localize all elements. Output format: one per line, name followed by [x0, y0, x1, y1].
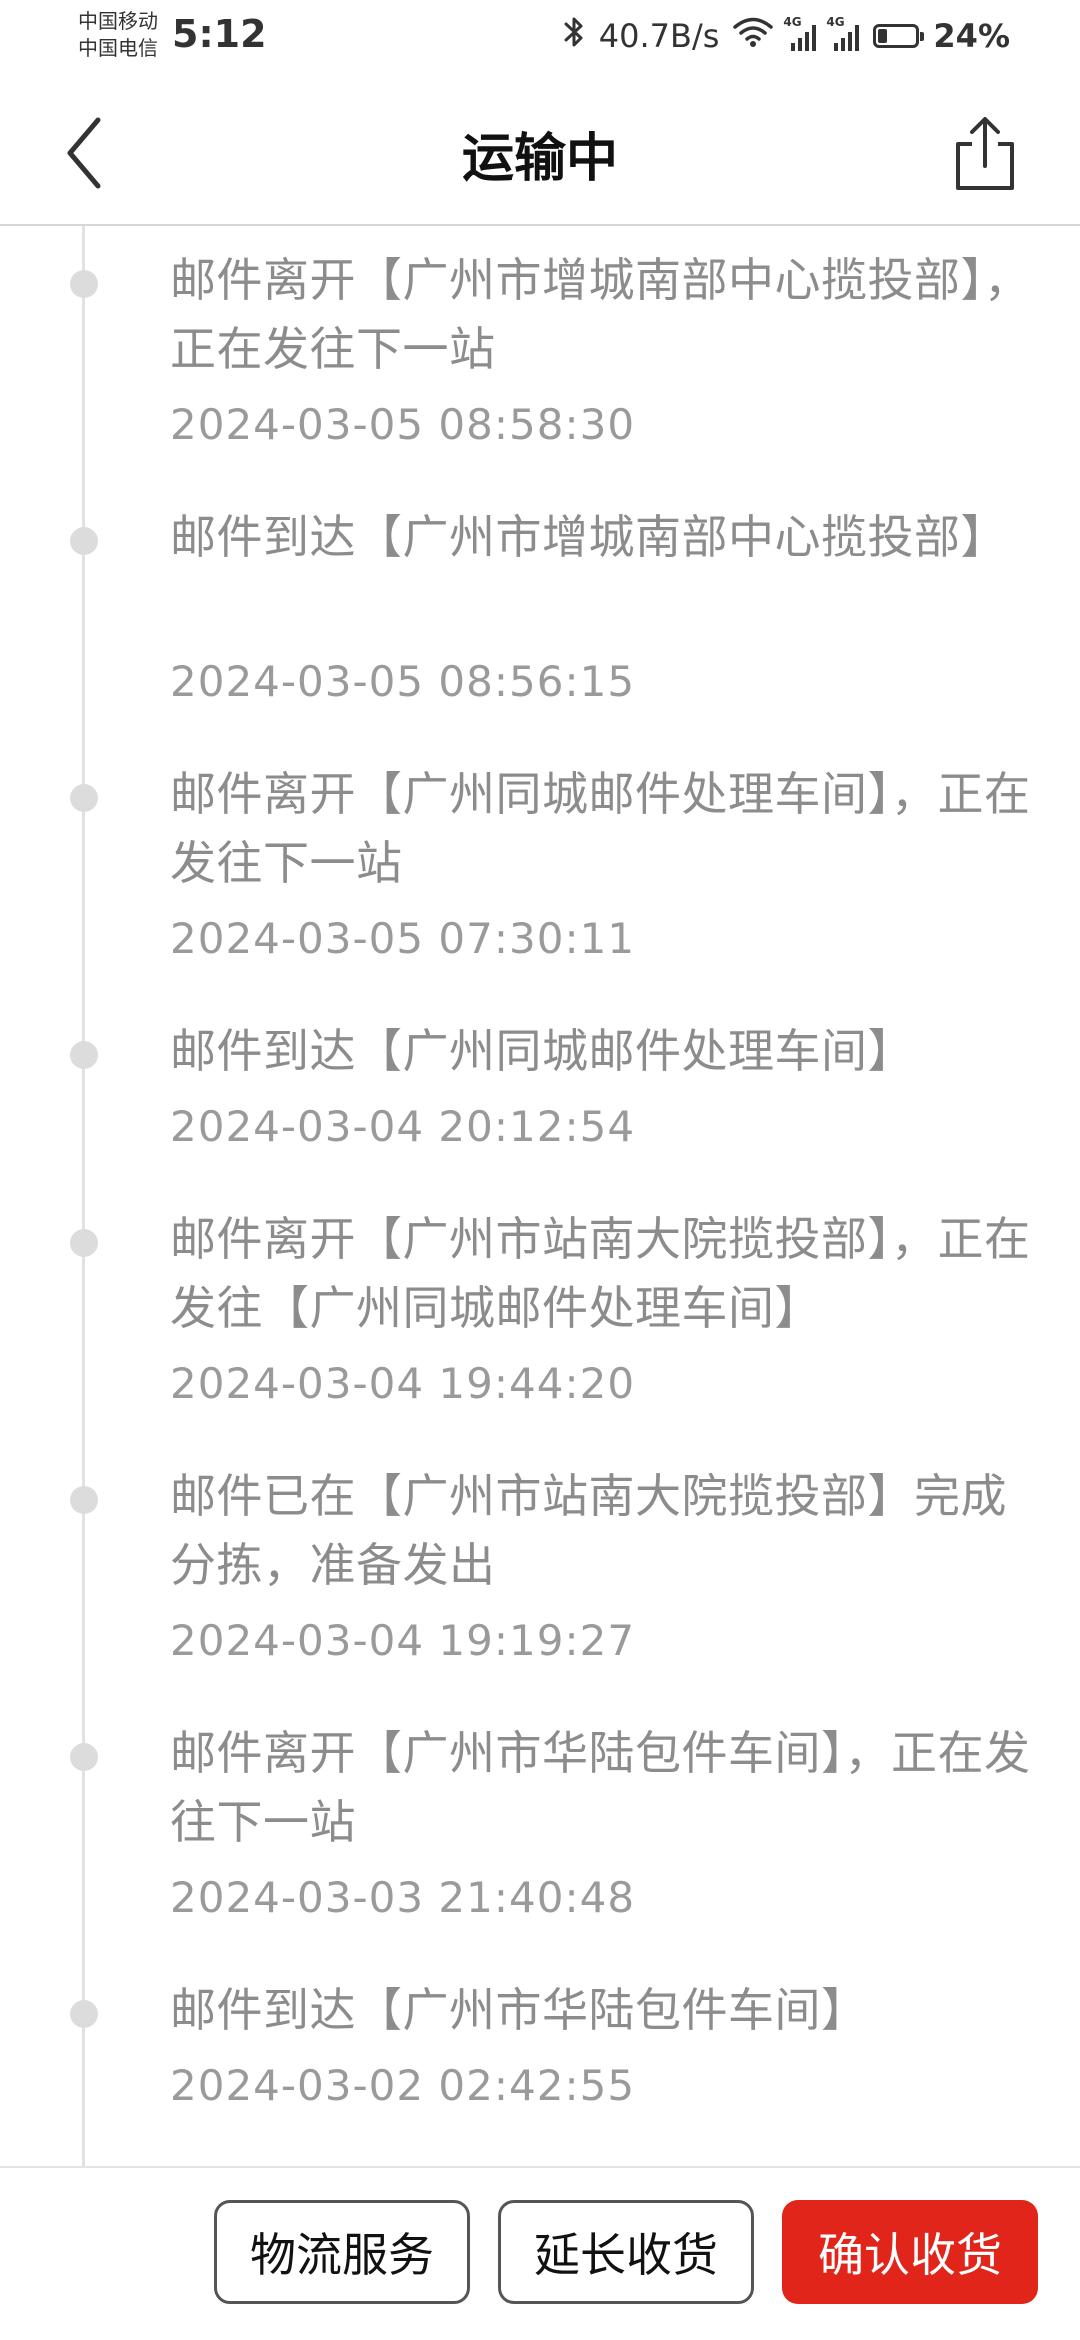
event-time: 2024-03-05 07:30:11	[170, 914, 636, 963]
timeline-dot	[70, 527, 98, 555]
bluetooth-icon	[563, 15, 585, 57]
status-bar: 中国移动 中国电信 5:12 40.7B/s 4G 4G 24%	[0, 0, 1080, 80]
event-description: 邮件已在【广州市站南大院揽投部】完成分拣，准备发出	[170, 1469, 1007, 1592]
event-time: 2024-03-04 19:19:27	[170, 1616, 636, 1665]
battery-percent: 24%	[933, 17, 1010, 55]
event-description: 邮件到达【广州市华陆包件车间】	[170, 1983, 868, 2037]
page-title: 运输中	[461, 129, 618, 189]
logistics-service-button[interactable]: 物流服务	[214, 2200, 470, 2304]
event-time: 2024-03-05 08:56:15	[170, 657, 636, 706]
event-description: 邮件到达【广州同城邮件处理车间】	[170, 1024, 914, 1078]
timeline-dot	[70, 1486, 98, 1514]
share-icon	[956, 117, 1014, 190]
timeline-dot	[70, 1743, 98, 1771]
share-button[interactable]	[944, 110, 1026, 196]
event-description: 邮件离开【广州市增城南部中心揽投部】，正在发往下一站	[170, 253, 1031, 376]
carrier-info: 中国移动 中国电信	[78, 8, 158, 62]
event-time: 2024-03-02 02:42:55	[170, 2061, 636, 2110]
extend-receipt-button[interactable]: 延长收货	[498, 2200, 754, 2304]
event-time: 2024-03-04 19:44:20	[170, 1359, 636, 1408]
cellular-signal-1-icon: 4G	[783, 15, 817, 51]
carrier-2: 中国电信	[78, 36, 158, 60]
cellular-signal-2-icon: 4G	[826, 15, 860, 51]
nav-bar: 运输中	[0, 80, 1080, 226]
signal-tag-2: 4G	[826, 15, 845, 29]
event-description: 邮件离开【广州市华陆包件车间】，正在发往下一站	[170, 1726, 1031, 1849]
timeline-dot	[70, 270, 98, 298]
event-time: 2024-03-03 21:40:48	[170, 1873, 636, 1922]
logistics-timeline[interactable]: 邮件离开【广州市增城南部中心揽投部】，正在发往下一站 2024-03-05 08…	[0, 226, 1080, 2166]
clock: 5:12	[172, 12, 267, 56]
timeline-dot	[70, 1229, 98, 1257]
event-time: 2024-03-04 20:12:54	[170, 1102, 636, 1151]
bottom-action-bar: 物流服务 延长收货 确认收货	[0, 2166, 1080, 2340]
wifi-icon	[733, 16, 774, 56]
confirm-receipt-button[interactable]: 确认收货	[782, 2200, 1038, 2304]
timeline-dot	[70, 1041, 98, 1069]
timeline-line	[82, 226, 85, 2166]
carrier-1: 中国移动	[78, 9, 158, 33]
battery-icon	[873, 24, 925, 48]
timeline-dot	[70, 784, 98, 812]
status-indicators: 40.7B/s 4G 4G 24%	[563, 14, 1010, 58]
signal-tag-1: 4G	[783, 15, 802, 29]
event-description: 邮件离开【广州同城邮件处理车间】，正在发往下一站	[170, 767, 1031, 890]
event-time: 2024-03-05 08:58:30	[170, 400, 636, 449]
event-description: 邮件到达【广州市增城南部中心揽投部】	[170, 510, 1007, 564]
event-description: 邮件离开【广州市站南大院揽投部】，正在发往【广州同城邮件处理车间】	[170, 1212, 1031, 1335]
timeline-dot	[70, 2000, 98, 2028]
battery-fill	[878, 29, 888, 43]
network-speed: 40.7B/s	[598, 17, 720, 55]
